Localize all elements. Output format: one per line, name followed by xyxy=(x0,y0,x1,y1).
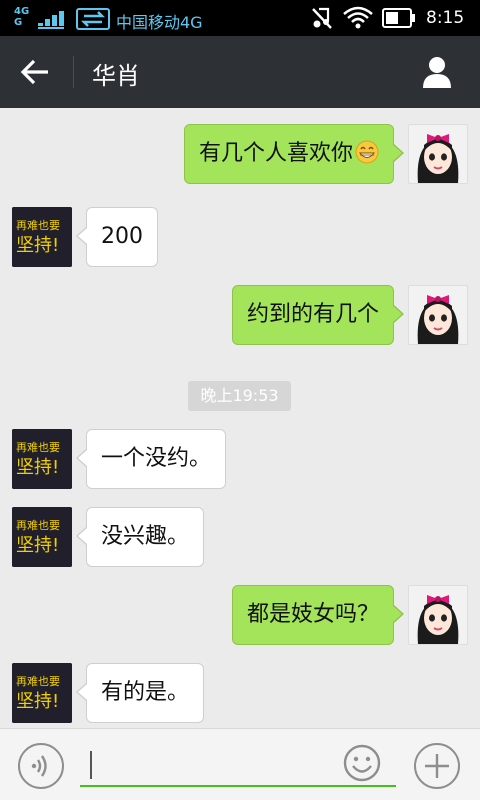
cartoon-girl-avatar-icon xyxy=(409,586,467,644)
person-icon xyxy=(423,57,451,88)
message-list[interactable]: 有几个人喜欢你 再难也要 坚持! 200 约到的有几个 晚上19:53 再难也要… xyxy=(0,108,480,728)
svg-text:坚持!: 坚持! xyxy=(16,691,59,712)
message-bubble-sent[interactable]: 有几个人喜欢你 xyxy=(183,124,405,184)
my-avatar[interactable] xyxy=(408,585,468,645)
svg-text:坚持!: 坚持! xyxy=(16,457,59,478)
calligraphy-avatar-icon: 再难也要 坚持! xyxy=(12,429,72,489)
message-bubble-received[interactable]: 没兴趣。 xyxy=(75,507,205,567)
contact-avatar[interactable]: 再难也要 坚持! xyxy=(12,507,72,567)
svg-text:再难也要: 再难也要 xyxy=(16,675,60,688)
contact-avatar[interactable]: 再难也要 坚持! xyxy=(12,429,72,489)
message-bubble-sent[interactable]: 约到的有几个 xyxy=(231,285,405,345)
voice-wave-icon xyxy=(31,755,47,777)
svg-text:坚持!: 坚持! xyxy=(16,235,59,256)
data-transfer-icon xyxy=(76,8,110,30)
wifi-icon xyxy=(343,6,373,29)
svg-text:坚持!: 坚持! xyxy=(16,535,59,556)
mute-icon xyxy=(312,7,332,29)
emoji-button[interactable] xyxy=(342,743,382,783)
more-options-button[interactable] xyxy=(414,743,460,789)
clock: 8:15 xyxy=(426,8,465,28)
calligraphy-avatar-icon: 再难也要 坚持! xyxy=(12,507,72,567)
plus-icon xyxy=(425,754,449,778)
input-underline xyxy=(80,785,396,787)
header-divider xyxy=(73,56,74,88)
cartoon-girl-avatar-icon xyxy=(409,286,467,344)
status-bar: 4G G 中国移动4G 8:15 xyxy=(0,0,480,36)
back-button[interactable] xyxy=(10,50,62,94)
contact-info-button[interactable] xyxy=(412,52,462,94)
chat-header: 华肖 xyxy=(0,36,480,108)
contact-avatar[interactable]: 再难也要 坚持! xyxy=(12,207,72,267)
timestamp-divider: 晚上19:53 xyxy=(188,381,291,411)
my-avatar[interactable] xyxy=(408,285,468,345)
svg-text:再难也要: 再难也要 xyxy=(16,519,60,532)
calligraphy-avatar-icon: 再难也要 坚持! xyxy=(12,663,72,723)
contact-avatar[interactable]: 再难也要 坚持! xyxy=(12,663,72,723)
network-type: 4G G xyxy=(14,6,30,28)
message-bubble-sent[interactable]: 都是妓女吗？ xyxy=(231,585,405,645)
smiley-icon xyxy=(343,744,381,782)
signal-icon xyxy=(38,11,64,29)
svg-text:再难也要: 再难也要 xyxy=(16,441,60,454)
svg-text:再难也要: 再难也要 xyxy=(16,219,60,232)
grinning-face-emoji-icon xyxy=(355,140,379,164)
carrier-name: 中国移动4G xyxy=(116,13,203,32)
message-bubble-received[interactable]: 有的是。 xyxy=(75,663,205,723)
chat-title: 华肖 xyxy=(92,62,140,90)
battery-icon xyxy=(382,8,415,28)
cartoon-girl-avatar-icon xyxy=(409,125,467,183)
message-bubble-received[interactable]: 200 xyxy=(76,207,158,267)
back-arrow-icon xyxy=(20,59,48,85)
my-avatar[interactable] xyxy=(408,124,468,184)
voice-input-button[interactable] xyxy=(18,743,64,789)
calligraphy-avatar-icon: 再难也要 坚持! xyxy=(12,207,72,267)
message-bubble-received[interactable]: 一个没约。 xyxy=(75,429,227,489)
input-bar xyxy=(0,728,480,800)
text-cursor xyxy=(90,751,92,779)
